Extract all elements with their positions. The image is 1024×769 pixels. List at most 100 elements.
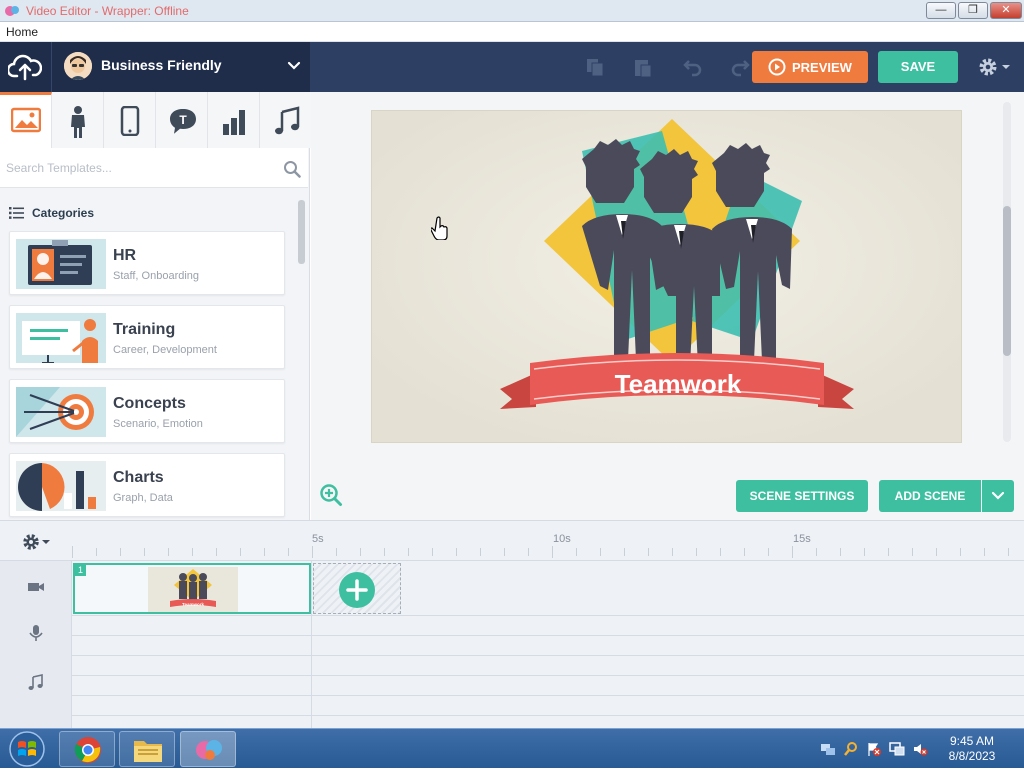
template-search xyxy=(0,148,308,188)
network-icon[interactable] xyxy=(820,741,836,757)
track-icons xyxy=(0,561,72,729)
timeline-tick xyxy=(480,548,481,556)
maximize-button[interactable]: ❐ xyxy=(958,2,988,19)
hr-thumbnail xyxy=(16,239,106,289)
timeline-tick xyxy=(120,548,121,556)
timeline-tick xyxy=(552,546,553,558)
tab-props[interactable] xyxy=(104,92,156,148)
category-card-charts[interactable]: Charts Graph, Data xyxy=(9,453,285,517)
timeline-scene-1[interactable]: 1 Teamwork xyxy=(73,563,311,614)
timeline-tick xyxy=(840,548,841,556)
tab-text[interactable]: T xyxy=(156,92,208,148)
tab-backgrounds[interactable] xyxy=(0,92,52,148)
tab-audio[interactable] xyxy=(260,92,312,148)
timeline-tick xyxy=(960,548,961,556)
phone-icon xyxy=(120,106,140,136)
track-divider xyxy=(72,675,1024,676)
timeline-tick xyxy=(1008,548,1009,556)
library-tabs: T xyxy=(0,92,312,148)
timeline-tick xyxy=(792,546,793,558)
gear-icon[interactable] xyxy=(20,533,52,551)
training-thumbnail xyxy=(16,313,106,363)
category-card-concepts[interactable]: Concepts Scenario, Emotion xyxy=(9,379,285,443)
library-scrollbar[interactable] xyxy=(298,200,305,264)
undo-icon[interactable] xyxy=(681,56,703,78)
timeline-mark-10s: 10s xyxy=(553,533,571,545)
timeline-tick xyxy=(984,548,985,556)
theme-selector[interactable]: Business Friendly xyxy=(0,42,310,92)
timeline-tick xyxy=(168,548,169,556)
timeline-tick xyxy=(672,548,673,556)
timeline-add-scene[interactable] xyxy=(313,563,401,614)
copy-icon[interactable] xyxy=(584,56,606,78)
timeline-tick xyxy=(384,548,385,556)
timeline-tick xyxy=(744,548,745,556)
scene-settings-button[interactable]: SCENE SETTINGS xyxy=(736,480,868,512)
timeline-tick xyxy=(864,548,865,556)
timeline-tick xyxy=(720,548,721,556)
clock-time: 9:45 AM xyxy=(949,734,995,748)
menu-bar: Home xyxy=(0,22,1024,42)
category-card-training[interactable]: Training Career, Development xyxy=(9,305,285,369)
category-title: HR xyxy=(113,247,137,264)
track-divider xyxy=(72,695,1024,696)
timeline-tick xyxy=(312,546,313,558)
timeline-tick xyxy=(408,548,409,556)
plus-circle-icon xyxy=(339,572,375,608)
close-button[interactable]: ✕ xyxy=(990,2,1022,19)
asset-library-panel: T Categories xyxy=(0,92,312,520)
timeline-tick xyxy=(288,548,289,556)
person-icon xyxy=(71,106,85,138)
preview-button[interactable]: PREVIEW xyxy=(752,51,868,83)
menu-home[interactable]: Home xyxy=(6,25,38,39)
paste-icon[interactable] xyxy=(632,56,654,78)
stage-scrollbar[interactable] xyxy=(1003,206,1011,356)
timeline-tick xyxy=(624,548,625,556)
timeline-tick xyxy=(456,548,457,556)
category-title: Training xyxy=(113,321,176,338)
timeline-tick xyxy=(360,548,361,556)
clock-date: 8/8/2023 xyxy=(948,749,996,763)
tab-characters[interactable] xyxy=(52,92,104,148)
tab-charts[interactable] xyxy=(208,92,260,148)
zoom-in-icon[interactable] xyxy=(319,483,343,507)
taskbar-clock[interactable]: 9:45 AM 8/8/2023 xyxy=(930,734,1014,764)
categories-heading: Categories xyxy=(32,206,95,220)
timeline-mark-15s: 15s xyxy=(793,533,811,545)
window-titlebar: Video Editor - Wrapper: Offline — ❐ ✕ xyxy=(0,0,1024,22)
timeline-tick xyxy=(696,548,697,556)
add-scene-button[interactable]: ADD SCENE xyxy=(879,480,981,512)
theme-avatar xyxy=(64,52,92,80)
timeline-tick xyxy=(768,548,769,556)
start-button-icon[interactable] xyxy=(2,730,52,768)
scene-canvas[interactable]: Teamwork xyxy=(371,110,962,443)
add-scene-dropdown[interactable] xyxy=(982,480,1014,512)
category-title: Charts xyxy=(113,469,164,486)
search-icon[interactable] xyxy=(283,160,301,178)
taskbar-video-editor[interactable] xyxy=(180,731,236,767)
taskbar-chrome[interactable] xyxy=(59,731,115,767)
taskbar-explorer[interactable] xyxy=(119,731,175,767)
track-divider xyxy=(72,635,1024,636)
redo-icon[interactable] xyxy=(730,56,752,78)
save-button[interactable]: SAVE xyxy=(878,51,958,83)
system-tray: 9:45 AM 8/8/2023 xyxy=(812,729,1024,769)
search-input[interactable] xyxy=(6,156,276,180)
timeline-tick xyxy=(648,548,649,556)
display-icon[interactable] xyxy=(889,741,905,757)
bar-chart-icon xyxy=(223,110,245,135)
minimize-button[interactable]: — xyxy=(926,2,956,19)
timeline-tick xyxy=(528,548,529,556)
category-card-hr[interactable]: HR Staff, Onboarding xyxy=(9,231,285,295)
upload-button[interactable] xyxy=(0,42,52,92)
timeline-tick xyxy=(936,548,937,556)
search-tray-icon[interactable] xyxy=(843,741,859,757)
chevron-down-icon xyxy=(287,61,301,70)
timeline-tick xyxy=(912,548,913,556)
flag-error-icon[interactable] xyxy=(866,741,882,757)
gear-icon[interactable] xyxy=(978,56,1012,78)
volume-muted-icon[interactable] xyxy=(912,741,928,757)
timeline-tick xyxy=(600,548,601,556)
timeline-tick xyxy=(432,548,433,556)
scene-boundary xyxy=(311,561,312,729)
